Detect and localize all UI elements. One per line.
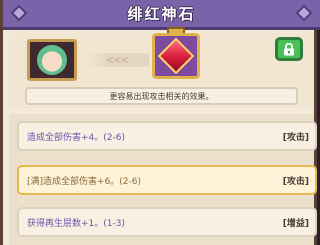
character-portrait-icon[interactable]: [27, 39, 77, 81]
gem-overview: <<< 更容易出现攻击相关的效果。: [9, 27, 314, 108]
affix-tag: [攻击]: [282, 176, 309, 187]
crimson-gem-icon[interactable]: [152, 33, 200, 79]
affix-row-3[interactable]: 获得再生层数+1。(1-3) [增益]: [17, 207, 317, 237]
affix-row-1[interactable]: 造成全部伤害+4。(2-6) [攻击]: [17, 121, 317, 151]
gem-description: 更容易出现攻击相关的效果。: [25, 87, 298, 105]
title-bar: 绯红神石: [3, 0, 320, 30]
affix-text: [满]造成全部伤害+6。(2-6): [27, 176, 142, 187]
lock-button[interactable]: [275, 37, 303, 61]
affix-text: 获得再生层数+1。(1-3): [27, 218, 125, 229]
title-ornament-right-icon: [295, 4, 313, 22]
affix-row-2[interactable]: [满]造成全部伤害+6。(2-6) [攻击]: [17, 165, 317, 195]
gem-detail-panel: 绯红神石 <<< 更容易出现攻击相关的效果。 造成全部伤害+4。(2-6) [攻…: [0, 0, 320, 245]
page-title: 绯红神石: [127, 5, 196, 23]
affix-text: 造成全部伤害+4。(2-6): [27, 132, 125, 143]
arrows-icon: <<<: [85, 53, 149, 67]
affix-tag: [增益]: [282, 218, 309, 229]
lock-icon: [284, 42, 294, 55]
affix-tag: [攻击]: [282, 132, 309, 143]
title-ornament-left-icon: [10, 4, 28, 22]
affix-list: 造成全部伤害+4。(2-6) [攻击] [满]造成全部伤害+6。(2-6) [攻…: [9, 114, 317, 245]
